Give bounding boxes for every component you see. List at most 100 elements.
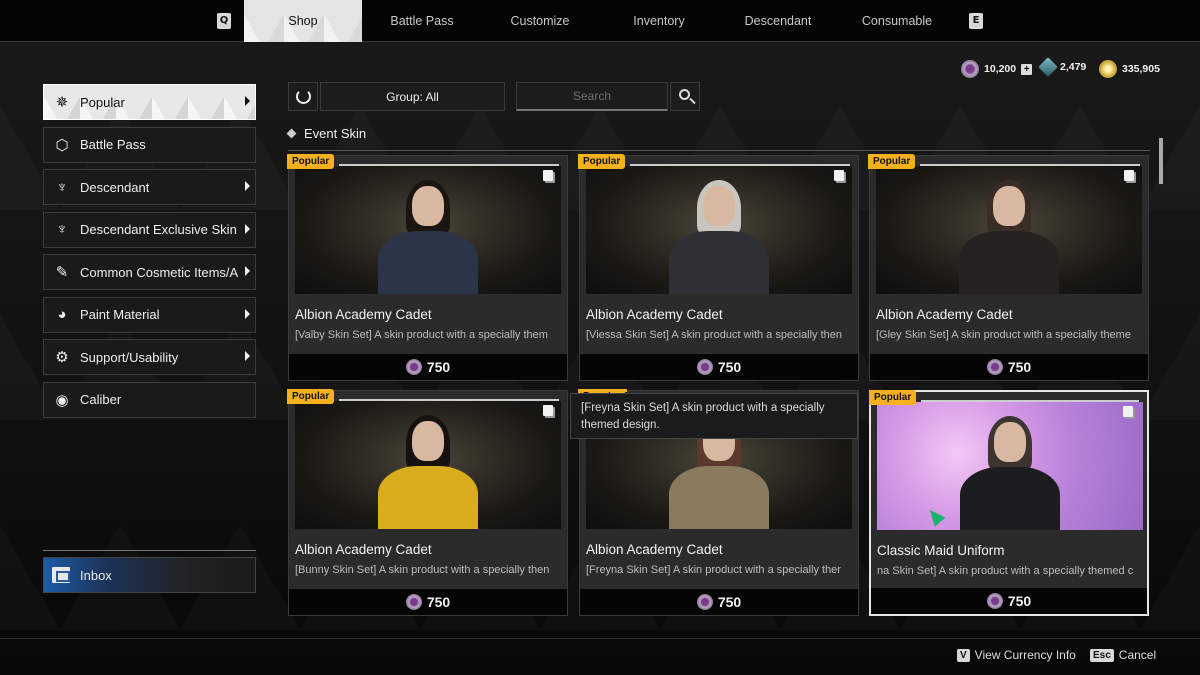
search-input[interactable] (516, 82, 668, 111)
product-price: 750 (717, 359, 742, 375)
product-description: [Valby Skin Set] A skin product with a s… (295, 329, 548, 341)
product-image (586, 166, 852, 294)
magic-wand-icon: ✎ (55, 264, 69, 281)
sidebar-item-caliber[interactable]: ◉ Caliber (43, 381, 256, 418)
refresh-button[interactable] (288, 82, 318, 111)
category-sidebar: ✵ Popular ⬡ Battle Pass ♆ Descendant ♆ D… (43, 84, 256, 424)
chevron-right-icon (245, 308, 250, 319)
caliber-coin-icon (405, 594, 422, 610)
sidebar-item-label: Battle Pass (80, 137, 146, 152)
product-price: 750 (426, 594, 451, 610)
product-description: [Viessa Skin Set] A skin product with a … (586, 329, 842, 341)
character-figure (950, 412, 1070, 530)
sidebar-item-common-cosmetic-items[interactable]: ✎ Common Cosmetic Items/A (43, 254, 256, 290)
product-description: [Gley Skin Set] A skin product with a sp… (876, 329, 1131, 341)
caliber-coin-icon (405, 359, 422, 375)
next-tab-key-hint[interactable]: E (969, 13, 983, 29)
sidebar-item-descendant-exclusive-skin[interactable]: ♆ Descendant Exclusive Skin (43, 211, 256, 248)
inbox-label: Inbox (80, 567, 112, 583)
inbox-button[interactable]: Inbox (43, 557, 256, 593)
view-currency-info-hint[interactable]: V View Currency Info (957, 648, 1076, 662)
price-bar: 750 (289, 589, 567, 615)
stars-icon: ✵ (55, 94, 69, 111)
popular-badge: Popular (868, 154, 916, 169)
product-image (295, 401, 561, 529)
product-title: Albion Academy Cadet (876, 307, 1013, 322)
product-card[interactable]: Popular Albion Academy Cadet [Viessa Ski… (578, 154, 859, 381)
tab-inventory[interactable]: Inventory (600, 0, 718, 42)
character-head (412, 186, 444, 226)
product-card[interactable]: Popular Albion Academy Cadet [Valby Skin… (287, 154, 568, 381)
sidebar-item-descendant[interactable]: ♆ Descendant (43, 169, 256, 205)
section-divider (288, 150, 1150, 151)
sidebar-item-label: Common Cosmetic Items/A (80, 264, 239, 280)
sidebar-item-label: Popular (80, 94, 125, 110)
add-caliber-button[interactable]: + (1021, 63, 1033, 75)
sidebar-item-support-usability[interactable]: ⚙ Support/Usability (43, 339, 256, 375)
character-outfit (669, 231, 769, 294)
product-card[interactable]: Popular Classic Maid Uniform na Skin Set… (869, 390, 1149, 616)
product-image (876, 166, 1142, 294)
character-outfit (959, 231, 1059, 294)
crystal-amount: 2,479 (1060, 61, 1087, 73)
tooltip-accent (579, 389, 627, 392)
set-items-icon (543, 405, 553, 416)
character-head (703, 186, 735, 226)
inbox-icon (52, 567, 70, 583)
price-bar: 750 (289, 354, 567, 380)
divider (43, 550, 256, 551)
product-card[interactable]: Popular Albion Academy Cadet [Bunny Skin… (287, 389, 568, 616)
chevron-right-icon (245, 181, 250, 191)
currency-crystal: 2,479 (1038, 57, 1087, 77)
search-icon-handle (689, 97, 696, 105)
scrollbar[interactable] (1159, 138, 1163, 184)
descendant-emblem-icon: ♆ (56, 178, 68, 196)
character-figure (949, 176, 1069, 294)
tab-consumable[interactable]: Consumable (838, 0, 956, 42)
caliber-coin-icon (696, 594, 713, 610)
section-title: Event Skin (304, 126, 367, 141)
badge-line (921, 400, 1139, 402)
price-bar: 750 (580, 589, 858, 615)
badge-line (630, 164, 850, 166)
product-title: Albion Academy Cadet (586, 307, 723, 322)
key-v-icon: V (957, 648, 970, 662)
set-items-icon (543, 170, 553, 181)
prev-tab-key-hint[interactable]: Q (217, 13, 231, 29)
caliber-amount: 10,200 (984, 63, 1017, 75)
sidebar-item-label: Descendant Exclusive Skin (80, 222, 237, 237)
tab-shop[interactable]: Shop (244, 0, 362, 42)
product-price: 750 (717, 594, 742, 610)
chevron-right-icon (245, 96, 250, 106)
tab-customize[interactable]: Customize (481, 0, 599, 42)
sidebar-item-battle-pass[interactable]: ⬡ Battle Pass (43, 126, 256, 163)
cancel-hint[interactable]: Esc Cancel (1090, 648, 1156, 662)
popular-badge: Popular (287, 389, 335, 404)
popular-badge: Popular (287, 154, 335, 169)
sidebar-item-popular[interactable]: ✵ Popular (43, 84, 256, 120)
chevron-right-icon (245, 223, 250, 234)
character-figure (368, 176, 488, 294)
product-description: [Bunny Skin Set] A skin product with a s… (295, 564, 550, 576)
product-card[interactable]: Popular Albion Academy Cadet [Gley Skin … (868, 154, 1149, 381)
sidebar-item-label: Descendant (80, 179, 150, 195)
badge-line (339, 399, 559, 401)
badge-line (920, 164, 1140, 166)
tab-battle-pass[interactable]: Battle Pass (363, 0, 481, 42)
crystal-icon (1038, 57, 1058, 77)
tab-descendant[interactable]: Descendant (719, 0, 837, 42)
character-figure (368, 411, 488, 529)
badge-line (339, 164, 559, 166)
sidebar-item-paint-material[interactable]: ◕ Paint Material (43, 296, 256, 333)
product-title: Classic Maid Uniform (877, 543, 1005, 558)
refresh-icon (295, 89, 311, 104)
search-button[interactable] (670, 82, 700, 111)
paint-bucket-icon: ◕ (57, 306, 67, 323)
gold-amount: 335,905 (1122, 63, 1160, 75)
product-description: [Freyna Skin Set] A skin product with a … (586, 564, 841, 576)
group-filter-dropdown[interactable]: Group: All (320, 82, 505, 111)
diamond-bullet-icon (286, 128, 297, 139)
caliber-coin-icon (986, 359, 1003, 375)
product-title: Albion Academy Cadet (586, 542, 723, 557)
sidebar-item-label: Caliber (80, 392, 122, 407)
